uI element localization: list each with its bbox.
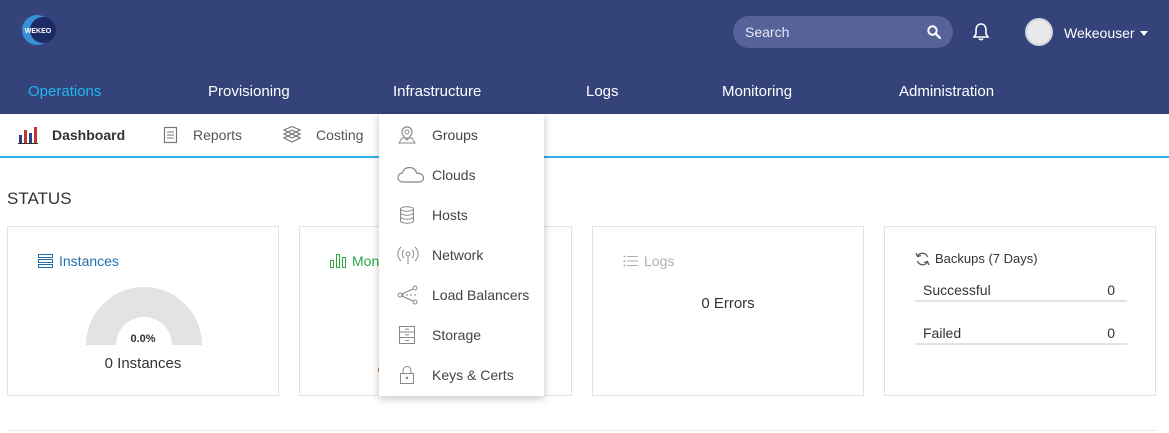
bar-chart-icon (330, 254, 346, 268)
nav-logs[interactable]: Logs (586, 83, 619, 100)
logs-title: Logs (644, 253, 675, 269)
wekeo-logo[interactable]: WEKEO (18, 14, 58, 46)
nav-provisioning[interactable]: Provisioning (208, 83, 290, 100)
search-input[interactable]: Search (733, 16, 953, 48)
menu-item-groups[interactable]: Groups (379, 115, 544, 155)
nav-infrastructure[interactable]: Infrastructure (393, 83, 481, 100)
menu-item-network[interactable]: Network (379, 235, 544, 275)
instances-percent: 0.0% (130, 333, 156, 345)
report-icon (163, 126, 178, 144)
section-divider (7, 430, 1157, 431)
share-icon (397, 285, 418, 305)
backups-failed-label: Failed (923, 325, 962, 341)
logs-card: Logs 0 Errors (592, 226, 864, 396)
instances-count: 0 Instances (104, 355, 182, 372)
subnav-reports[interactable]: Reports (163, 126, 242, 144)
menu-item-load-balancers-label: Load Balancers (432, 287, 530, 303)
search-icon[interactable] (927, 25, 941, 39)
menu-item-clouds-label: Clouds (432, 167, 476, 183)
status-title: STATUS (7, 189, 72, 208)
logs-title-link[interactable]: Logs (623, 253, 674, 269)
monitoring-title-link[interactable]: Mon (330, 253, 379, 269)
bar-chart-icon (18, 127, 38, 144)
menu-item-hosts-label: Hosts (432, 207, 468, 223)
cloud-icon (397, 166, 425, 183)
menu-item-storage[interactable]: Storage (379, 315, 544, 355)
instances-card: Instances 0.0% 0 Instances (7, 226, 279, 396)
menu-item-groups-label: Groups (432, 127, 478, 143)
top-bar: WEKEO Search Wekeouser Operations Provis… (0, 0, 1169, 114)
backups-successful-value: 0 (1107, 282, 1115, 298)
menu-item-storage-label: Storage (432, 327, 482, 343)
instances-title: Instances (59, 253, 119, 269)
user-menu-caret-icon[interactable] (1140, 31, 1148, 36)
sub-nav: Dashboard Reports Costing (0, 114, 1169, 158)
nav-administration[interactable]: Administration (899, 83, 994, 100)
bell-icon[interactable] (971, 22, 991, 42)
menu-item-hosts[interactable]: Hosts (379, 195, 544, 235)
logo-text: WEKEO (25, 28, 52, 35)
backups-row-failed: Failed 0 (915, 323, 1127, 345)
subnav-costing-label: Costing (316, 127, 364, 143)
search-placeholder: Search (745, 24, 790, 40)
refresh-icon (915, 252, 930, 265)
subnav-dashboard-label: Dashboard (52, 127, 126, 143)
backups-successful-label: Successful (923, 282, 991, 298)
backups-title-row: Backups (7 Days) (915, 251, 1038, 266)
lock-icon (400, 365, 414, 384)
nav-operations[interactable]: Operations (28, 83, 101, 100)
menu-item-keys-certs[interactable]: Keys & Certs (379, 355, 544, 395)
backups-title: Backups (7 Days) (935, 251, 1038, 266)
subnav-dashboard[interactable]: Dashboard (18, 126, 125, 144)
map-pin-icon (398, 126, 416, 144)
broadcast-icon (397, 246, 419, 264)
storage-icon (399, 326, 415, 344)
list-icon (623, 255, 638, 267)
backups-card: Backups (7 Days) Successful 0 Failed 0 (884, 226, 1156, 396)
menu-item-load-balancers[interactable]: Load Balancers (379, 275, 544, 315)
menu-item-keys-certs-label: Keys & Certs (432, 367, 514, 383)
instances-title-link[interactable]: Instances (38, 253, 119, 269)
subnav-costing[interactable]: Costing (282, 126, 363, 144)
nav-monitoring[interactable]: Monitoring (722, 83, 792, 100)
menu-item-clouds[interactable]: Clouds (379, 155, 544, 195)
infrastructure-dropdown-menu: Groups Clouds Hosts Network Load Balance… (379, 114, 544, 396)
menu-item-network-label: Network (432, 247, 484, 263)
list-icon (38, 254, 53, 268)
backups-failed-value: 0 (1107, 325, 1115, 341)
backups-row-successful: Successful 0 (915, 280, 1127, 302)
money-icon (282, 126, 302, 143)
subnav-reports-label: Reports (193, 127, 243, 143)
username[interactable]: Wekeouser (1064, 25, 1135, 41)
avatar[interactable] (1025, 18, 1053, 46)
logs-errors: 0 Errors (701, 295, 755, 312)
monitoring-title: Mon (352, 253, 380, 269)
database-icon (400, 206, 414, 224)
